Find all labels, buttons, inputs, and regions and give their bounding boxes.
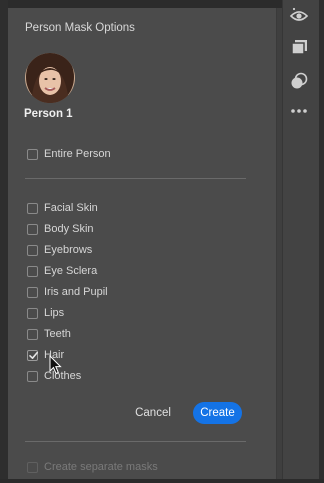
iris-pupil-label: Iris and Pupil [44,286,108,298]
separate-masks-option[interactable]: Create separate masks [27,459,158,475]
rail-right-edge [319,0,324,483]
lips-checkbox[interactable] [27,307,38,319]
create-button[interactable]: Create [193,402,242,424]
eye-sclera-option[interactable]: Eye Sclera [27,263,97,279]
lips-option[interactable]: Lips [27,305,64,321]
app-frame: Person Mask Options Person 1 Entire Pers… [0,0,324,483]
person-avatar[interactable] [25,53,75,103]
lips-label: Lips [44,307,65,319]
entire-person-option[interactable]: Entire Person [27,146,111,162]
layers-icon[interactable] [289,38,309,56]
eye-sclera-checkbox[interactable] [27,265,38,277]
teeth-checkbox[interactable] [27,328,38,340]
dialog-title: Person Mask Options [25,22,135,34]
separate-masks-checkbox[interactable] [27,461,38,473]
left-edge [0,0,8,483]
separate-masks-label: Create separate masks [44,461,158,473]
top-strip [0,0,282,8]
circles-icon[interactable] [289,72,309,90]
bottom-edge [0,479,324,483]
entire-person-label: Entire Person [44,148,111,160]
body-skin-option[interactable]: Body Skin [27,221,94,237]
more-icon[interactable] [289,102,309,120]
divider-top [25,178,246,179]
body-skin-checkbox[interactable] [27,223,38,235]
checkmark-icon [29,351,38,359]
eye-sclera-label: Eye Sclera [44,265,98,277]
body-skin-label: Body Skin [44,223,94,235]
iris-pupil-option[interactable]: Iris and Pupil [27,284,108,300]
facial-skin-checkbox[interactable] [27,202,38,214]
cancel-button[interactable]: Cancel [131,402,175,424]
divider-bottom [25,441,246,442]
teeth-option[interactable]: Teeth [27,326,71,342]
hair-checkbox[interactable] [27,349,38,361]
clothes-checkbox[interactable] [27,370,38,382]
facial-skin-label: Facial Skin [44,202,98,214]
person-name: Person 1 [24,108,73,120]
iris-pupil-checkbox[interactable] [27,286,38,298]
eyebrows-label: Eyebrows [44,244,93,256]
facial-skin-option[interactable]: Facial Skin [27,200,98,216]
eyebrows-option[interactable]: Eyebrows [27,242,92,258]
eye-icon[interactable] [289,6,309,24]
entire-person-checkbox[interactable] [27,148,38,160]
mouse-cursor-icon [49,355,62,375]
eyebrows-checkbox[interactable] [27,244,38,256]
teeth-label: Teeth [44,328,71,340]
